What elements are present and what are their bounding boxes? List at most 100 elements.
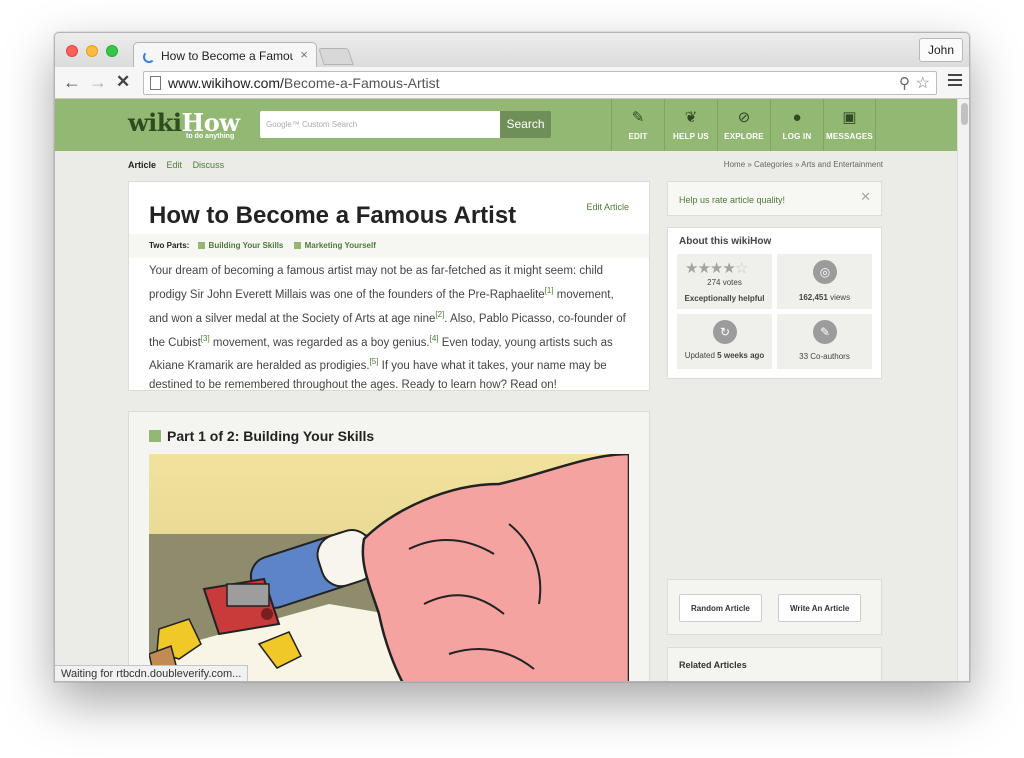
part-link-marketing-yourself-label: Marketing Yourself [304, 241, 376, 250]
nav-log-in[interactable]: ● LOG IN [770, 99, 823, 151]
part-link-building-skills[interactable]: Building Your Skills [197, 241, 284, 250]
random-article-button[interactable]: Random Article [679, 594, 762, 622]
user-icon: ● [792, 109, 802, 126]
coauthors-stat: ✎ 33 Co-authors [777, 314, 872, 369]
intro-text-4: movement, was regarded as a boy genius. [209, 336, 430, 349]
sprout-icon: ❦ [684, 109, 698, 126]
page-icon [150, 76, 161, 90]
back-arrow-icon[interactable]: ← [63, 73, 81, 91]
browser-window: How to Become a Famous Artist × John ← →… [54, 32, 970, 682]
nav-messages-label: MESSAGES [826, 132, 873, 141]
updated-value: 5 weeks ago [717, 351, 765, 360]
minimize-window-button[interactable] [86, 45, 98, 57]
new-tab-button[interactable] [318, 48, 354, 65]
rate-quality-link[interactable]: Help us rate article quality! [679, 195, 785, 205]
close-window-button[interactable] [66, 45, 78, 57]
helpful-label: Exceptionally helpful [684, 294, 765, 303]
views-label: views [830, 293, 851, 302]
edit-article-link[interactable]: Edit Article [586, 202, 629, 212]
citation-2[interactable]: [2] [435, 310, 444, 319]
drawing-hand-illustration [149, 454, 629, 681]
rating-stat: ★★★★☆ 274 votes Exceptionally helpful [677, 254, 772, 309]
url-domain: www.wikihow.com/ [168, 75, 284, 91]
tab-title: How to Become a Famous Artist [161, 49, 293, 63]
close-icon[interactable]: ✕ [860, 189, 871, 205]
logo-wiki: wiki [128, 108, 182, 137]
part-1-card: Part 1 of 2: Building Your Skills [128, 411, 650, 681]
write-article-button[interactable]: Write An Article [778, 594, 862, 622]
page-title: How to Become a Famous Artist [149, 202, 517, 229]
related-articles: Related Articles [667, 647, 882, 681]
nav-explore-label: EXPLORE [724, 132, 764, 141]
chat-bubble-icon: ▣ [842, 109, 857, 126]
part-link-building-skills-label: Building Your Skills [208, 241, 284, 250]
profile-button[interactable]: John [918, 38, 963, 62]
star-rating: ★★★★☆ [685, 259, 748, 277]
scrollbar-thumb[interactable] [961, 103, 968, 125]
nav-messages[interactable]: ▣ MESSAGES [823, 99, 876, 151]
citation-1[interactable]: [1] [545, 286, 554, 295]
vertical-scrollbar[interactable] [957, 99, 969, 681]
updated-stat: ↻ Updated 5 weeks ago [677, 314, 772, 369]
pencil-icon: ✎ [813, 320, 837, 344]
updated-prefix: Updated [684, 351, 715, 360]
tab-article[interactable]: Article [128, 160, 156, 170]
star-icon: ★ [722, 260, 735, 277]
part-1-heading: Part 1 of 2: Building Your Skills [149, 428, 374, 444]
intro-paragraph: Your dream of becoming a famous artist m… [149, 262, 633, 395]
star-icon: ★ [685, 260, 698, 277]
pencil-icon: ✎ [631, 109, 645, 126]
browser-toolbar: ← → ✕ www.wikihow.com/Become-a-Famous-Ar… [55, 67, 969, 99]
tab-edit[interactable]: Edit [167, 160, 183, 170]
browser-tab[interactable]: How to Become a Famous Artist × [133, 42, 317, 68]
breadcrumb[interactable]: Home » Categories » Arts and Entertainme… [724, 160, 883, 169]
refresh-icon: ↻ [713, 320, 737, 344]
citation-4[interactable]: [4] [430, 334, 439, 343]
nav-explore[interactable]: ⊘ EXPLORE [717, 99, 770, 151]
zoom-icon[interactable]: ⚲ [899, 74, 910, 92]
menu-icon[interactable] [948, 74, 962, 89]
search-input[interactable]: Google™ Custom Search [260, 111, 500, 138]
loading-spinner-icon [143, 51, 155, 63]
sidebar-buttons: Random Article Write An Article [667, 579, 882, 635]
nav-edit[interactable]: ✎ EDIT [611, 99, 664, 151]
parts-bar: Two Parts: Building Your Skills Marketin… [129, 234, 649, 258]
rate-quality-banner: Help us rate article quality! ✕ [667, 181, 882, 216]
green-square-icon [293, 242, 301, 249]
intro-text-1: Your dream of becoming a famous artist m… [149, 265, 604, 301]
green-square-icon [149, 430, 161, 442]
tab-discuss[interactable]: Discuss [193, 160, 225, 170]
url-text[interactable]: www.wikihow.com/Become-a-Famous-Artist [168, 75, 440, 91]
wikihow-logo[interactable]: wikiHow to do anything [128, 108, 240, 140]
about-this-wikihow: About this wikiHow ★★★★☆ 274 votes Excep… [667, 227, 882, 379]
logo-tagline: to do anything [186, 133, 235, 140]
eye-icon: ◎ [813, 260, 837, 284]
star-icon: ★ [709, 260, 723, 277]
search-button[interactable]: Search [500, 111, 551, 138]
forward-arrow-icon[interactable]: → [89, 73, 107, 91]
nav-edit-label: EDIT [628, 132, 648, 141]
nav-help-us-label: HELP US [673, 132, 709, 141]
article-tabs: Article Edit Discuss [128, 160, 232, 170]
related-articles-title: Related Articles [679, 660, 747, 670]
green-square-icon [197, 242, 205, 249]
two-parts-label: Two Parts: [149, 241, 190, 250]
stop-loading-icon[interactable]: ✕ [116, 73, 130, 91]
nav-help-us[interactable]: ❦ HELP US [664, 99, 717, 151]
page-viewport: wikiHow to do anything Google™ Custom Se… [55, 99, 957, 681]
part-link-marketing-yourself[interactable]: Marketing Yourself [293, 241, 376, 250]
updated-label: Updated 5 weeks ago [677, 351, 772, 360]
views-stat: ◎ 162,451 views [777, 254, 872, 309]
citation-3[interactable]: [3] [201, 334, 210, 343]
article-intro-card: How to Become a Famous Artist Edit Artic… [128, 181, 650, 391]
views-number: 162,451 [798, 293, 828, 302]
address-bar[interactable]: www.wikihow.com/Become-a-Famous-Artist ⚲… [143, 71, 937, 95]
coauthors-count: 33 Co-authors [799, 352, 850, 361]
votes-count: 274 votes [707, 278, 742, 287]
zoom-window-button[interactable] [106, 45, 118, 57]
compass-icon: ⊘ [737, 109, 751, 126]
site-header: wikiHow to do anything Google™ Custom Se… [55, 99, 957, 151]
bookmark-star-icon[interactable]: ☆ [916, 73, 930, 93]
tab-strip: How to Become a Famous Artist × John [55, 33, 969, 68]
tab-close-icon[interactable]: × [300, 47, 308, 62]
